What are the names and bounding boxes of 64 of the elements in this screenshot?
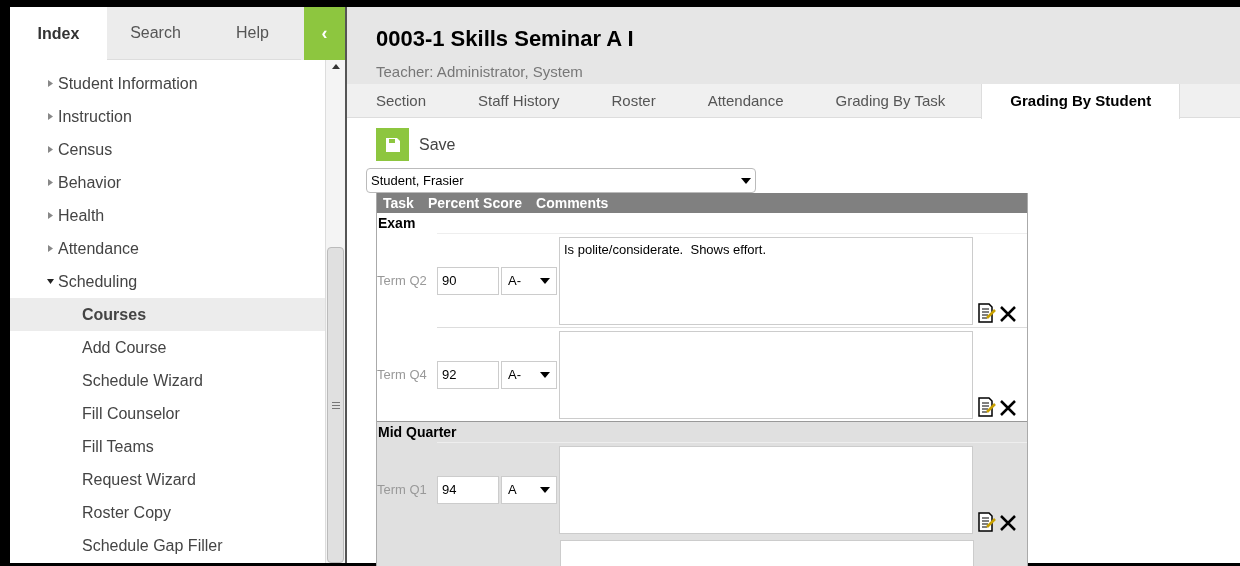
- column-header: Comments: [536, 193, 609, 213]
- term-label: Term Q4: [377, 365, 428, 384]
- tree-item[interactable]: Add Course: [10, 331, 325, 364]
- collapsed-arrow-icon: [47, 146, 54, 153]
- tree-item[interactable]: Attendance: [10, 232, 325, 265]
- score-field[interactable]: 92: [437, 360, 499, 389]
- tree-item[interactable]: Instruction: [10, 100, 325, 133]
- tree-item[interactable]: Census: [10, 133, 325, 166]
- caret-icon: [741, 177, 751, 184]
- page-title: 0003-1 Skills Seminar A I: [376, 25, 635, 53]
- save-button[interactable]: Save: [419, 132, 456, 157]
- group-title: Exam: [377, 213, 417, 233]
- delete-icon[interactable]: [999, 399, 1017, 417]
- collapsed-arrow-icon: [47, 245, 54, 252]
- sidebar-tab[interactable]: Index: [10, 7, 107, 60]
- collapsed-arrow-icon: [47, 212, 54, 219]
- delete-icon[interactable]: [999, 305, 1017, 323]
- score-field[interactable]: 94: [437, 475, 499, 504]
- tree-item[interactable]: Courses: [10, 298, 325, 331]
- section-tab[interactable]: Grading By Task: [819, 84, 962, 119]
- tree-item[interactable]: Roster Copy: [10, 496, 325, 529]
- term-label: Term Q1: [377, 480, 428, 499]
- scroll-thumb[interactable]: [327, 247, 344, 563]
- section-tab[interactable]: Grading By Student: [981, 84, 1181, 119]
- grip-icon: [331, 401, 340, 409]
- collapsed-arrow-icon: [47, 80, 54, 87]
- edit-note-icon[interactable]: [977, 512, 997, 532]
- score-field[interactable]: 90: [437, 266, 499, 295]
- column-header: Percent Score: [427, 193, 523, 213]
- delete-icon[interactable]: [999, 514, 1017, 532]
- tree-item[interactable]: Fill Counselor: [10, 397, 325, 430]
- scroll-up-icon[interactable]: [331, 64, 340, 69]
- tree-item[interactable]: Schedule Gap Filler: [10, 529, 325, 562]
- collapsed-arrow-icon: [47, 179, 54, 186]
- edit-note-icon[interactable]: [977, 303, 997, 323]
- caret-icon: [540, 486, 550, 493]
- group-title: Mid Quarter: [377, 422, 458, 442]
- grade-dropdown[interactable]: A-: [501, 360, 557, 389]
- section-tab[interactable]: Roster: [595, 84, 672, 119]
- grade-dropdown[interactable]: A-: [501, 266, 557, 295]
- teacher-label: Teacher: Administrator, System: [376, 62, 584, 82]
- tree-item[interactable]: Fill Teams: [10, 430, 325, 463]
- grade-dropdown[interactable]: A: [501, 475, 557, 504]
- section-tab[interactable]: Staff History: [462, 84, 576, 119]
- comment-field[interactable]: Is polite/considerate. Shows effort.: [559, 236, 973, 325]
- collapsed-arrow-icon: [47, 113, 54, 120]
- tree-item[interactable]: Behavior: [10, 166, 325, 199]
- tree-item[interactable]: Request Wizard: [10, 463, 325, 496]
- tree-item[interactable]: Health: [10, 199, 325, 232]
- student-dropdown[interactable]: Student, Frasier: [366, 168, 756, 193]
- comment-field[interactable]: [559, 445, 973, 534]
- edit-note-icon[interactable]: [977, 397, 997, 417]
- tree-item[interactable]: Student Information: [10, 67, 325, 100]
- caret-icon: [540, 277, 550, 284]
- tree-item[interactable]: Schedule Wizard: [10, 364, 325, 397]
- comment-field[interactable]: [559, 330, 973, 419]
- column-header: Task: [383, 193, 414, 213]
- section-tab[interactable]: Section: [360, 84, 443, 119]
- expanded-arrow-icon: [47, 278, 54, 285]
- caret-icon: [540, 371, 550, 378]
- tree-item[interactable]: Scheduling: [10, 265, 325, 298]
- section-tab[interactable]: Attendance: [691, 84, 800, 119]
- term-label: Term Q2: [377, 271, 428, 290]
- scrollbar[interactable]: [325, 60, 345, 563]
